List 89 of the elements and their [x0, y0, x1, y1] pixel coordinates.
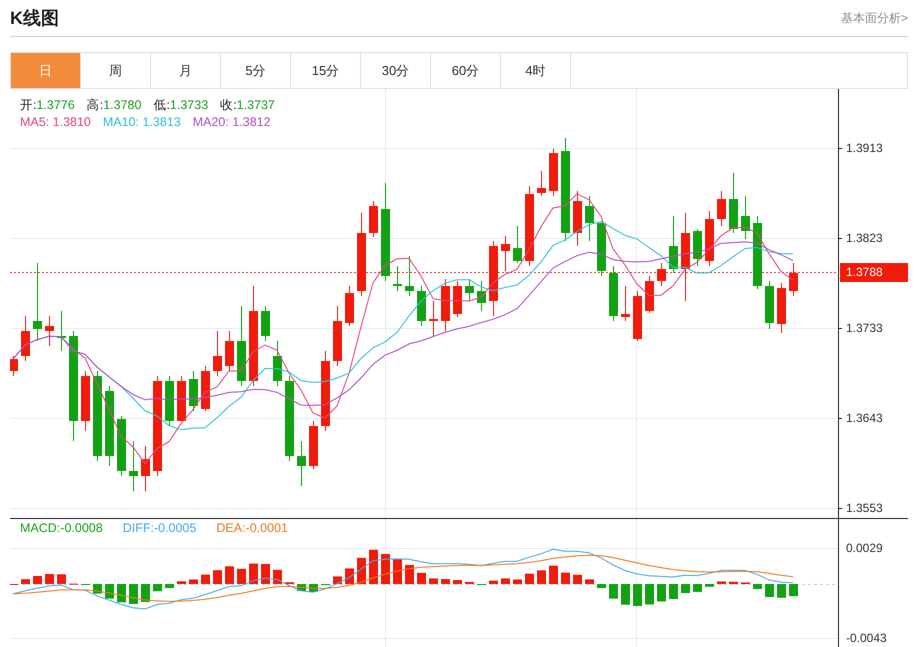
quote-value: 1.3776	[36, 98, 75, 112]
macd-bar	[417, 572, 426, 584]
tick-mark	[838, 418, 842, 419]
quote-label: 收:	[220, 98, 237, 112]
macd-bar	[141, 584, 150, 602]
macd-bar	[597, 584, 606, 588]
macd-bar	[261, 564, 270, 584]
macd-bar	[345, 568, 354, 584]
macd-legend-value: -0.0001	[246, 521, 288, 535]
macd-bar	[501, 578, 510, 584]
macd-tick-label: -0.0043	[846, 630, 887, 646]
macd-bar	[537, 570, 546, 584]
macd-bar	[513, 579, 522, 584]
price-tick-label: 1.3553	[846, 500, 883, 516]
tick-mark	[838, 148, 842, 149]
macd-bar	[273, 570, 282, 584]
macd-legend-label: MACD:	[20, 521, 60, 535]
macd-bar	[621, 584, 630, 605]
macd-bar	[165, 584, 174, 588]
macd-bar	[57, 574, 66, 584]
macd-bar	[237, 568, 246, 584]
macd-bar	[657, 584, 666, 602]
price-tick-label: 1.3643	[846, 410, 883, 426]
macd-bar	[633, 584, 642, 606]
page-title: K线图	[10, 7, 59, 30]
quote-value: 1.3733	[170, 98, 208, 112]
quote-value: 1.3737	[236, 98, 275, 112]
macd-bar	[369, 550, 378, 584]
macd-bar	[693, 584, 702, 592]
macd-bar	[249, 564, 258, 584]
macd-bar	[93, 584, 102, 594]
macd-bar	[201, 574, 210, 584]
macd-bar	[717, 582, 726, 584]
macd-tick-label: 0.0029	[846, 540, 883, 556]
macd-bar	[705, 584, 714, 587]
macd-bar	[573, 574, 582, 584]
macd-bar	[525, 574, 534, 584]
quote-label: 低:	[153, 98, 170, 112]
macd-bar	[777, 584, 786, 598]
tick-mark	[838, 238, 842, 239]
price-tick-label: 1.3913	[846, 140, 883, 156]
quote-value: 1.3780	[103, 98, 142, 112]
macd-bar	[357, 558, 366, 584]
macd-bar	[105, 584, 114, 599]
macd-bar	[669, 584, 678, 599]
macd-bar	[117, 584, 126, 602]
macd-bar	[765, 584, 774, 597]
macd-bar	[729, 582, 738, 584]
macd-bar	[405, 564, 414, 584]
macd-bar	[213, 570, 222, 584]
macd-bar	[585, 579, 594, 584]
macd-bar	[225, 566, 234, 584]
ma-legend-item: MA10: 1.3813	[102, 115, 181, 129]
tick-mark	[838, 328, 842, 329]
macd-bar	[549, 566, 558, 584]
price-tick-label: 1.3733	[846, 320, 883, 336]
macd-bar	[153, 584, 162, 592]
quote-label: 开:	[20, 98, 36, 112]
macd-bar	[609, 584, 618, 599]
ma-legend-item: MA20: 1.3812	[192, 115, 271, 129]
macd-legend-value: -0.0005	[154, 521, 196, 535]
last-price-badge: 1.3788	[840, 263, 908, 282]
fundamental-analysis-link[interactable]: 基本面分析>	[840, 10, 908, 26]
macd-bar	[381, 554, 390, 584]
macd-legend-value: -0.0008	[60, 521, 103, 535]
tick-mark	[838, 508, 842, 509]
macd-legend-label: DIFF:	[122, 521, 154, 535]
macd-bar	[189, 579, 198, 584]
macd-bar	[561, 572, 570, 584]
macd-bar	[393, 559, 402, 584]
quote-label: 高:	[86, 98, 104, 112]
macd-bar	[681, 584, 690, 594]
macd-bar	[465, 582, 474, 584]
price-tick-label: 1.3823	[846, 230, 883, 246]
macd-bar	[333, 576, 342, 584]
macd-bar	[429, 578, 438, 584]
macd-bar	[33, 576, 42, 584]
macd-bar	[177, 581, 186, 584]
macd-bar	[453, 580, 462, 584]
macd-bar	[21, 579, 30, 584]
macd-bar	[45, 574, 54, 584]
macd-bar	[129, 584, 138, 604]
macd-bar	[753, 584, 762, 589]
macd-bar	[441, 579, 450, 584]
macd-bar	[789, 584, 798, 596]
macd-bar	[645, 584, 654, 604]
macd-bar	[489, 580, 498, 584]
macd-legend-label: DEA:	[216, 521, 246, 535]
ma-legend-item: MA5: 1.3810	[20, 115, 91, 129]
